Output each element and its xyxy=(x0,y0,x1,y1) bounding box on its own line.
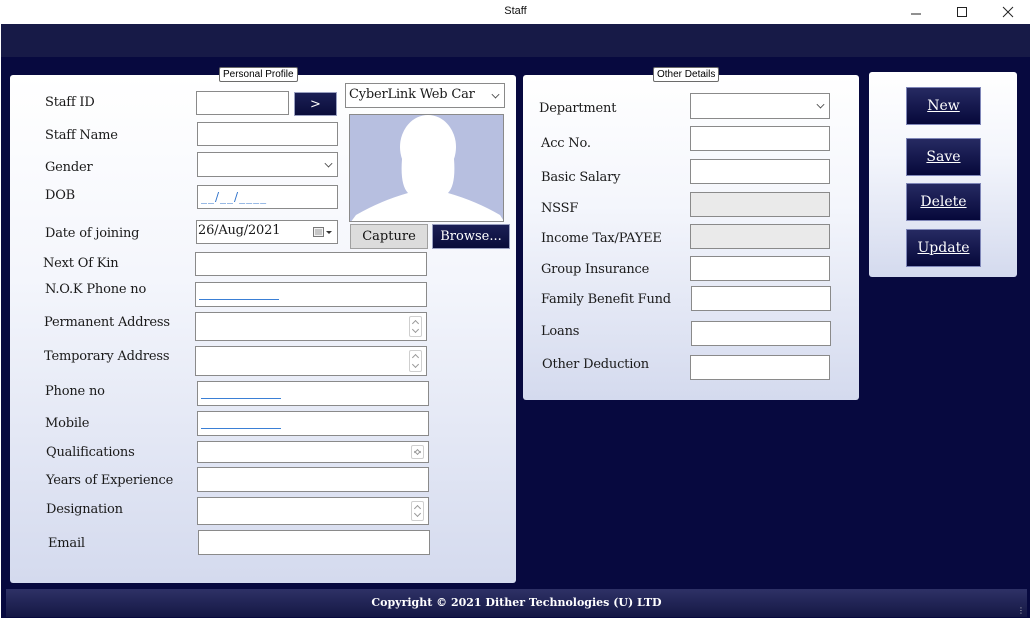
person-silhouette-icon xyxy=(351,115,503,221)
date-of-joining-value: 26/Aug/2021 xyxy=(198,223,281,238)
maximize-button[interactable] xyxy=(939,0,985,24)
staff-id-label: Staff ID xyxy=(45,95,95,110)
new-button[interactable]: New xyxy=(906,87,981,125)
permanent-address-label: Permanent Address xyxy=(44,315,170,330)
income-tax-label: Income Tax/PAYEE xyxy=(541,231,662,246)
dob-mask: __/__/____ xyxy=(201,190,268,204)
qualifications-label: Qualifications xyxy=(46,445,135,460)
phone-label: Phone no xyxy=(45,384,105,399)
basic-salary-input[interactable] xyxy=(690,159,830,184)
personal-profile-panel: Personal Profile Staff ID > CyberLink We… xyxy=(10,67,516,583)
nok-phone-label: N.O.K Phone no xyxy=(45,282,147,297)
new-button-label: New xyxy=(927,98,960,114)
staff-photo xyxy=(349,114,504,222)
chevron-down-icon xyxy=(816,100,825,109)
email-label: Email xyxy=(48,536,85,551)
camera-select-value: CyberLink Web Car xyxy=(349,87,475,102)
other-details-panel: Other Details Department Acc No. Basic S… xyxy=(523,67,859,400)
minimize-button[interactable] xyxy=(893,0,939,24)
other-deduction-input[interactable] xyxy=(690,355,830,380)
maximize-icon xyxy=(957,7,967,17)
designation-label: Designation xyxy=(46,502,123,517)
update-button[interactable]: Update xyxy=(906,229,981,267)
date-of-joining-label: Date of joining xyxy=(45,226,140,241)
group-insurance-label: Group Insurance xyxy=(541,262,650,277)
email-input[interactable] xyxy=(198,530,430,555)
acc-no-label: Acc No. xyxy=(541,136,591,151)
save-button[interactable]: Save xyxy=(906,138,981,176)
nssf-label: NSSF xyxy=(541,201,579,216)
search-staff-button[interactable]: > xyxy=(294,92,337,116)
other-deduction-label: Other Deduction xyxy=(542,357,649,372)
qualifications-input[interactable] xyxy=(197,441,429,463)
top-banner xyxy=(1,24,1030,57)
phone-input[interactable] xyxy=(197,381,429,406)
staff-id-input[interactable] xyxy=(196,91,289,115)
next-of-kin-input[interactable] xyxy=(195,252,427,276)
mobile-input[interactable] xyxy=(197,411,429,436)
delete-button[interactable]: Delete xyxy=(906,183,981,221)
actions-panel: New Save Delete Update xyxy=(869,72,1017,277)
gender-select[interactable] xyxy=(197,152,338,177)
family-benefit-fund-label: Family Benefit Fund xyxy=(541,292,671,307)
nssf-input[interactable] xyxy=(690,192,830,217)
spinner-icon[interactable] xyxy=(411,445,424,459)
basic-salary-label: Basic Salary xyxy=(541,170,621,185)
designation-input[interactable] xyxy=(197,497,429,525)
dob-input[interactable]: __/__/____ xyxy=(197,185,338,209)
chevron-down-icon xyxy=(491,90,500,99)
mobile-label: Mobile xyxy=(45,416,90,431)
spinner-icon[interactable] xyxy=(409,350,422,372)
nok-phone-mask xyxy=(199,299,279,300)
update-button-label: Update xyxy=(917,240,970,256)
next-of-kin-label: Next Of Kin xyxy=(43,256,119,271)
copyright-text: Copyright © 2021 Dither Technologies (U)… xyxy=(371,596,662,609)
minimize-icon xyxy=(911,13,921,15)
staff-name-label: Staff Name xyxy=(45,128,118,143)
spinner-icon[interactable] xyxy=(409,316,422,337)
phone-mask xyxy=(201,398,281,399)
date-of-joining-picker[interactable]: 26/Aug/2021 xyxy=(196,220,338,244)
chevron-down-icon xyxy=(324,159,333,168)
save-button-label: Save xyxy=(926,149,961,165)
income-tax-input[interactable] xyxy=(690,224,830,249)
department-label: Department xyxy=(539,101,617,116)
department-select[interactable] xyxy=(690,93,830,119)
capture-button[interactable]: Capture xyxy=(350,224,428,249)
close-icon xyxy=(1002,6,1014,18)
group-insurance-input[interactable] xyxy=(690,256,830,281)
dob-label: DOB xyxy=(45,188,76,203)
delete-button-label: Delete xyxy=(920,194,967,210)
calendar-icon[interactable] xyxy=(313,227,333,238)
mobile-mask xyxy=(201,428,281,429)
browse-button[interactable]: Browse... xyxy=(432,224,510,249)
loans-label: Loans xyxy=(541,324,580,339)
temporary-address-label: Temporary Address xyxy=(44,349,170,364)
resize-grip-icon[interactable]: ⋮ xyxy=(1017,606,1025,615)
nok-phone-input[interactable] xyxy=(195,282,427,307)
other-details-group-title: Other Details xyxy=(653,67,720,82)
window-title: Staff xyxy=(504,5,527,17)
title-bar: Staff xyxy=(0,0,1031,24)
camera-select[interactable]: CyberLink Web Car xyxy=(345,83,505,108)
spinner-icon[interactable] xyxy=(411,501,424,521)
loans-input[interactable] xyxy=(691,321,831,346)
family-benefit-fund-input[interactable] xyxy=(691,286,831,311)
personal-profile-group-title: Personal Profile xyxy=(219,67,298,82)
permanent-address-input[interactable] xyxy=(195,312,427,341)
acc-no-input[interactable] xyxy=(690,126,830,151)
temporary-address-input[interactable] xyxy=(195,346,427,376)
years-of-experience-label: Years of Experience xyxy=(46,473,174,488)
close-button[interactable] xyxy=(985,0,1031,24)
staff-name-input[interactable] xyxy=(197,122,338,146)
gender-label: Gender xyxy=(45,160,93,175)
client-area: Personal Profile Staff ID > CyberLink We… xyxy=(1,24,1030,618)
footer-bar: Copyright © 2021 Dither Technologies (U)… xyxy=(6,589,1027,617)
years-of-experience-input[interactable] xyxy=(197,467,429,492)
